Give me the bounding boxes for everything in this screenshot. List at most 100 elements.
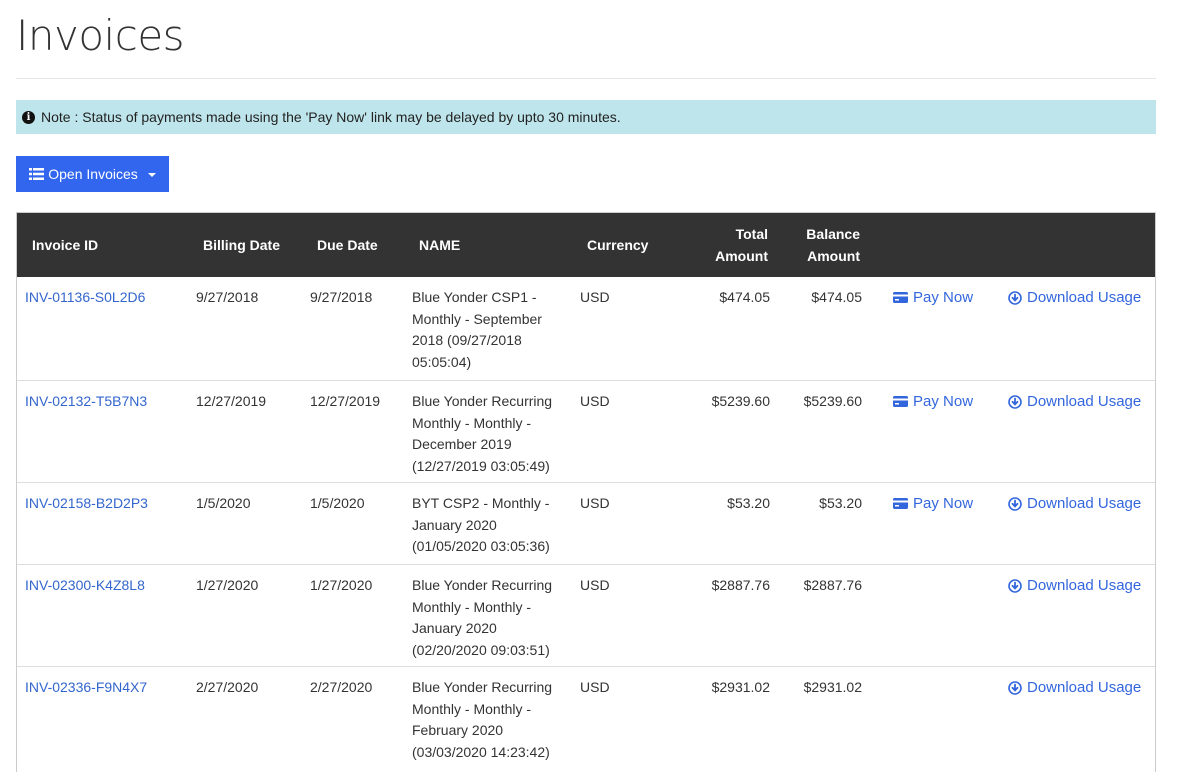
invoice-name-line: (02/20/2020 09:03:51) [412, 641, 550, 658]
balance-amount: $474.05 [811, 289, 862, 305]
header-currency: Currency [587, 237, 649, 253]
invoice-id-link[interactable]: INV-02132-T5B7N3 [25, 391, 147, 413]
invoice-name-line: BYT CSP2 - Monthly - [412, 495, 550, 511]
billing-date: 9/27/2018 [196, 289, 259, 305]
pay-now-link[interactable]: Pay Now [893, 493, 973, 515]
total-amount: $53.20 [727, 495, 770, 511]
invoice-id-link[interactable]: INV-02300-K4Z8L8 [25, 575, 145, 597]
billing-date: 2/27/2020 [196, 679, 259, 695]
download-usage-label: Download Usage [1027, 393, 1142, 410]
credit-card-icon [893, 498, 908, 510]
due-date: 9/27/2018 [310, 289, 373, 305]
table-body: INV-01136-S0L2D6 9/27/2018 9/27/2018 Blue Y… [17, 277, 1155, 772]
header-total-amount: Total Amount [715, 226, 768, 264]
invoice-name-line: December 2019 [412, 436, 512, 452]
download-circle-icon [1008, 496, 1022, 511]
pay-now-label: Pay Now [913, 495, 974, 512]
table-row: INV-02158-B2D2P3 1/5/2020 1/5/2020 BYT CSP2… [17, 483, 1155, 565]
invoice-name-line: January 2020 [412, 516, 497, 533]
list-icon [29, 168, 45, 180]
credit-card-icon [893, 396, 908, 408]
invoice-name: BYT CSP2 - Monthly - January 2020 (01/05/2… [412, 493, 550, 558]
invoice-name-line: Monthly - September [412, 310, 542, 327]
payment-delay-note: i Note : Status of payments made using t… [16, 100, 1156, 134]
download-usage-label: Download Usage [1027, 495, 1142, 512]
invoice-name-line: Blue Yonder Recurring [412, 577, 553, 593]
pay-now-label: Pay Now [913, 393, 974, 410]
pay-now-label: Pay Now [913, 289, 974, 306]
download-usage-label: Download Usage [1027, 289, 1142, 306]
header-name: NAME [419, 237, 461, 253]
currency: USD [580, 393, 610, 409]
download-circle-icon [1008, 680, 1022, 695]
total-amount: $2931.02 [711, 679, 770, 695]
table-row: INV-01136-S0L2D6 9/27/2018 9/27/2018 Blue Y… [17, 277, 1155, 381]
due-date: 12/27/2019 [310, 393, 381, 409]
due-date: 1/5/2020 [310, 495, 365, 511]
invoice-name: Blue Yonder Recurring Monthly - Monthly -… [412, 677, 552, 763]
table-header: Invoice ID Billing Date Due Date NAME Cu… [17, 213, 1155, 277]
balance-amount: $2931.02 [803, 679, 862, 695]
due-date: 1/27/2020 [310, 577, 373, 593]
invoice-name-line: 2018 (09/27/2018 [412, 332, 522, 348]
download-usage-label: Download Usage [1027, 577, 1142, 594]
download-usage-link[interactable]: Download Usage [1008, 575, 1141, 597]
invoice-name-line: (12/27/2019 03:05:49) [412, 457, 550, 474]
invoice-name-line: January 2020 [412, 620, 497, 636]
currency: USD [580, 495, 610, 511]
note-text: Note : Status of payments made using the… [41, 109, 621, 125]
balance-amount: $5239.60 [803, 393, 862, 409]
invoice-name: Blue Yonder CSP1 - Monthly - September 201… [412, 287, 542, 373]
invoice-name: Blue Yonder Recurring Monthly - Monthly -… [412, 391, 552, 477]
invoice-name-line: Monthly - Monthly - [412, 700, 532, 717]
table-row: INV-02300-K4Z8L8 1/27/2020 1/27/2020 Blue Y… [17, 565, 1155, 667]
billing-date: 1/5/2020 [196, 495, 251, 511]
title-divider [16, 78, 1156, 79]
total-amount: $2887.76 [711, 577, 770, 593]
caret-down-icon [147, 173, 156, 177]
balance-amount: $2887.76 [803, 577, 862, 593]
invoice-name: Blue Yonder Recurring Monthly - Monthly -… [412, 575, 552, 661]
invoice-name-line: (03/03/2020 14:23:42) [412, 743, 550, 760]
download-usage-link[interactable]: Download Usage [1008, 391, 1141, 413]
invoice-id-link[interactable]: INV-01136-S0L2D6 [25, 287, 145, 309]
download-usage-label: Download Usage [1027, 679, 1142, 696]
total-amount: $5239.60 [711, 393, 770, 409]
download-usage-link[interactable]: Download Usage [1008, 493, 1141, 515]
download-circle-icon [1008, 290, 1022, 305]
invoice-id-link[interactable]: INV-02158-B2D2P3 [25, 493, 148, 515]
invoice-name-line: Monthly - Monthly - [412, 598, 532, 615]
total-amount: $474.05 [719, 289, 770, 305]
balance-amount: $53.20 [819, 495, 862, 511]
invoices-table: Invoice ID Billing Date Due Date NAME Cu… [16, 212, 1156, 772]
invoice-name-line: Blue Yonder Recurring [412, 679, 553, 695]
page-title: Invoices [16, 11, 185, 60]
header-due-date: Due Date [317, 237, 378, 253]
currency: USD [580, 289, 610, 305]
credit-card-icon [893, 292, 908, 304]
open-invoices-dropdown[interactable]: Open Invoices [16, 156, 169, 192]
download-usage-link[interactable]: Download Usage [1008, 287, 1141, 309]
due-date: 2/27/2020 [310, 679, 373, 695]
currency: USD [580, 577, 610, 593]
download-usage-link[interactable]: Download Usage [1008, 677, 1141, 699]
header-billing-date: Billing Date [203, 237, 281, 253]
header-invoice-id: Invoice ID [32, 237, 99, 253]
invoice-name-line: 05:05:04) [412, 353, 472, 370]
billing-date: 12/27/2019 [196, 393, 267, 409]
billing-date: 1/27/2020 [196, 577, 259, 593]
invoice-name-line: February 2020 [412, 722, 504, 738]
invoice-name-line: (01/05/2020 03:05:36) [412, 538, 550, 554]
invoice-name-line: Monthly - Monthly - [412, 414, 532, 431]
invoice-name-line: Blue Yonder CSP1 - [412, 289, 537, 305]
download-circle-icon [1008, 394, 1022, 409]
header-balance-amount: Balance Amount [806, 226, 860, 264]
invoice-id-link[interactable]: INV-02336-F9N4X7 [25, 677, 147, 699]
currency: USD [580, 679, 610, 695]
info-circle-icon: i [22, 110, 35, 124]
table-row: INV-02132-T5B7N3 12/27/2019 12/27/2019 Blue… [17, 381, 1155, 483]
pay-now-link[interactable]: Pay Now [893, 287, 973, 309]
table-row: INV-02336-F9N4X7 2/27/2020 2/27/2020 Blue Y… [17, 667, 1155, 772]
invoice-name-line: Blue Yonder Recurring [412, 393, 553, 409]
pay-now-link[interactable]: Pay Now [893, 391, 973, 413]
